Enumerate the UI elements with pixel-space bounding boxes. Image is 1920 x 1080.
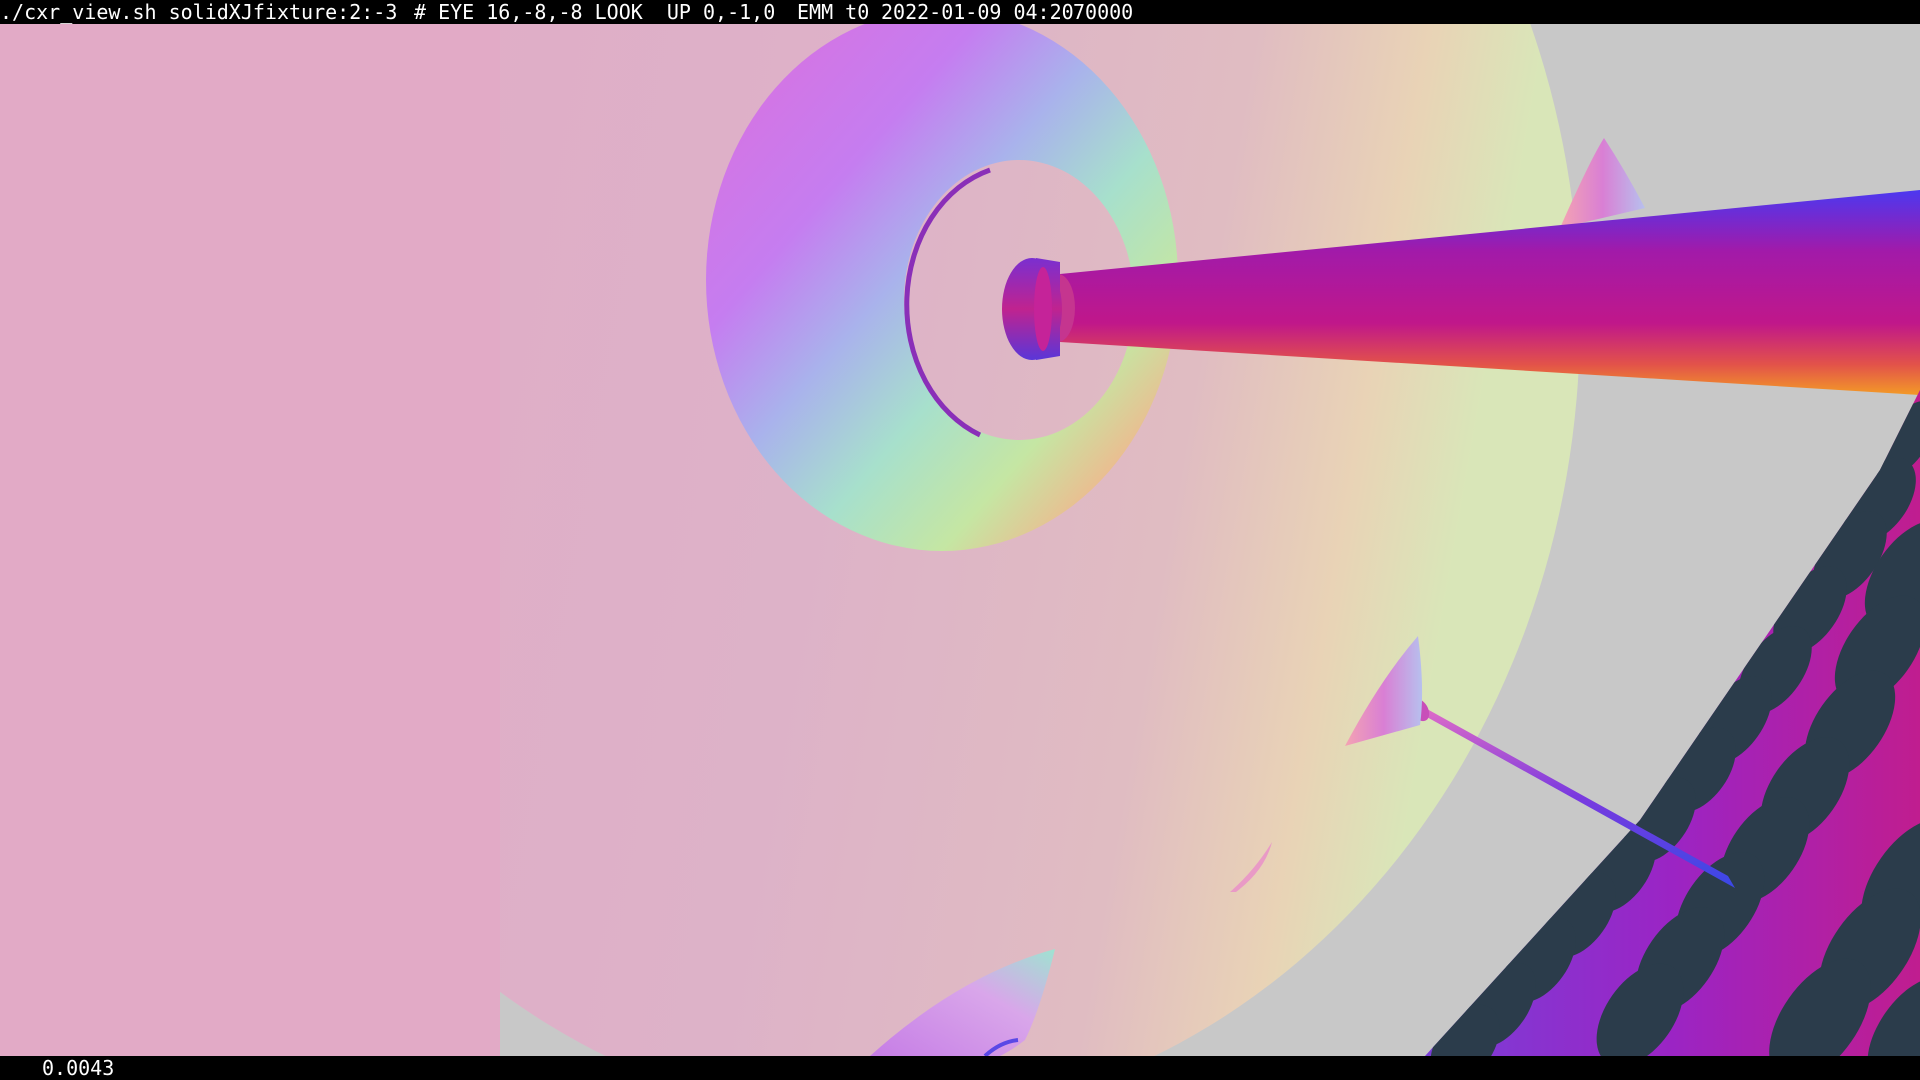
datetime-label: 2022-01-09 04:20 xyxy=(881,0,1074,24)
large-disc-left-fill xyxy=(0,24,500,1056)
viewer-window: ./cxr_view.sh solidXJfixture:2:-3 # EYE … xyxy=(0,0,1920,1080)
count-label: 70000 xyxy=(1073,0,1134,24)
command-label: ./cxr_view.sh solidXJfixture:2:-3 xyxy=(0,0,398,24)
bottom-status-bar: 0.0043 xyxy=(0,1056,1920,1080)
top-status-bar: ./cxr_view.sh solidXJfixture:2:-3 # EYE … xyxy=(0,0,1920,24)
frame-time-label: 0.0043 xyxy=(42,1056,115,1080)
camera-label: # EYE 16,-8,-8 LOOK UP 0,-1,0 xyxy=(414,0,776,24)
mode-label: EMM t0 xyxy=(797,0,870,24)
3d-viewport[interactable] xyxy=(0,24,1920,1056)
